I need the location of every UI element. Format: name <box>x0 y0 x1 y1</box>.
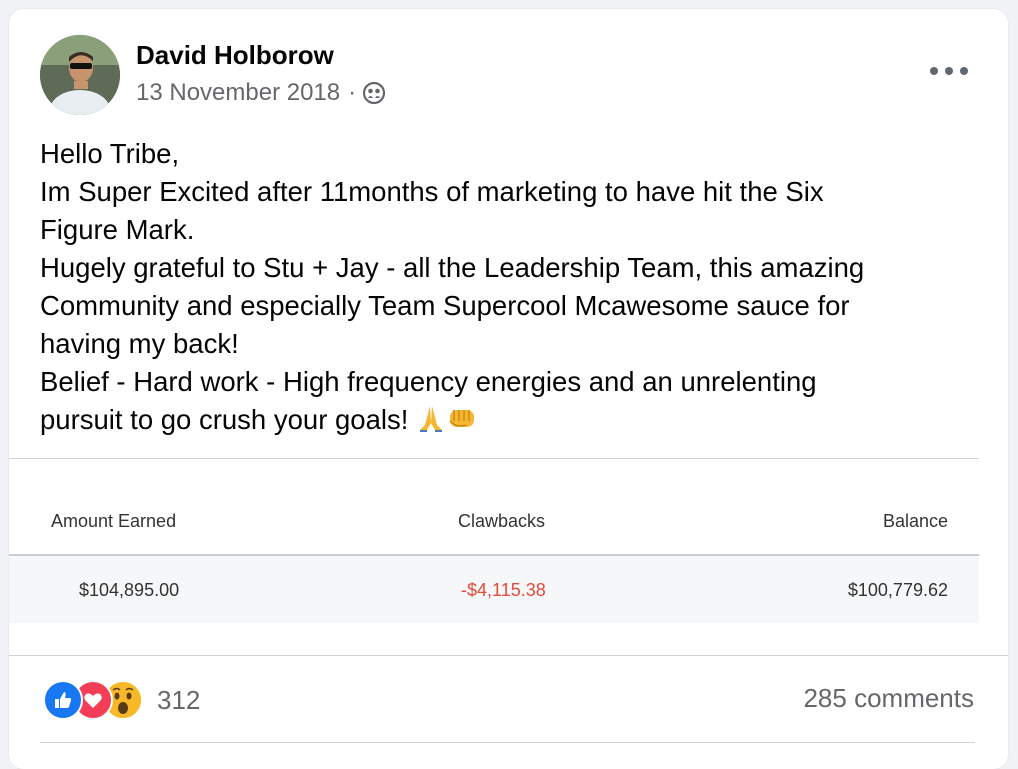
comments-count-link[interactable]: 285 comments <box>803 683 974 714</box>
post-body: Hello Tribe, Im Super Excited after 11mo… <box>40 135 990 443</box>
header-clawbacks: Clawbacks <box>458 511 546 531</box>
fist-icon <box>446 403 478 443</box>
post-text-line: Hello Tribe, <box>40 138 180 169</box>
meta-separator: · <box>348 79 357 106</box>
value-amount-earned: $104,895.00 <box>79 580 180 600</box>
post-text-line: Belief - Hard work - High frequency ener… <box>40 366 817 397</box>
reaction-count: 312 <box>157 684 201 715</box>
author-name[interactable]: David Holborow <box>136 40 334 71</box>
more-dot-icon <box>930 67 938 75</box>
more-dot-icon <box>945 67 953 75</box>
more-options-button[interactable] <box>930 59 968 83</box>
value-balance: $100,779.62 <box>847 580 948 600</box>
friends-icon[interactable] <box>362 81 386 105</box>
header-balance: Balance <box>882 511 948 531</box>
author-avatar[interactable] <box>40 35 120 115</box>
value-clawbacks: -$4,115.38 <box>461 580 546 600</box>
post-text-line: Hugely grateful to Stu + Jay - all the L… <box>40 252 865 283</box>
post-text-line: having my back! <box>40 328 239 359</box>
image-bottom-border <box>9 655 1008 656</box>
action-bar-divider <box>40 742 975 743</box>
post-card: David Holborow 13 November 2018 · Hello … <box>9 9 1008 769</box>
post-meta: 13 November 2018 · <box>136 79 386 107</box>
like-icon <box>43 680 83 720</box>
earnings-table-image[interactable]: Amount Earned Clawbacks Balance $104,895… <box>9 459 979 674</box>
post-text-line: Figure Mark. <box>40 214 195 245</box>
more-dot-icon <box>960 67 968 75</box>
folded-hands-icon <box>416 403 446 443</box>
post-text-line: Community and especially Team Supercool … <box>40 290 850 321</box>
post-text-final: pursuit to go crush your goals! <box>40 404 409 435</box>
reactions-summary[interactable]: 312 <box>43 680 200 720</box>
header-amount-earned: Amount Earned <box>51 511 177 531</box>
table-row: $104,895.00 -$4,115.38 $100,779.62 <box>9 556 979 623</box>
post-date[interactable]: 13 November 2018 <box>136 79 340 107</box>
post-text-line: Im Super Excited after 11months of marke… <box>40 176 824 207</box>
earnings-table-header: Amount Earned Clawbacks Balance <box>9 459 979 556</box>
avatar-photo <box>40 35 120 115</box>
post-text-line-last: pursuit to go crush your goals! <box>40 401 990 443</box>
